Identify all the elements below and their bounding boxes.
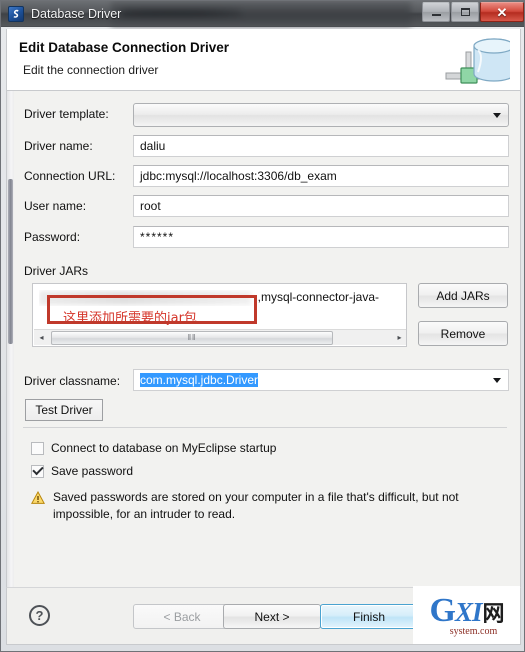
connect-on-startup-row[interactable]: Connect to database on MyEclipse startup (31, 441, 276, 455)
warning-row: Saved passwords are stored on your compu… (31, 489, 501, 523)
scroll-left-arrow-icon[interactable]: ◂ (34, 331, 49, 345)
jar-list-item-label: ,mysql-connector-java- (257, 290, 379, 304)
driver-classname-select[interactable]: com.mysql.jdbc.Driver (133, 369, 509, 391)
warning-triangle-icon (31, 491, 45, 504)
window-title: Database Driver (31, 6, 122, 21)
watermark-g: G (429, 591, 456, 629)
connection-url-input[interactable]: jdbc:mysql://localhost:3306/db_exam (133, 165, 509, 187)
driver-jars-label: Driver JARs (24, 264, 89, 278)
close-icon: ✕ (496, 4, 508, 20)
vertical-scrollbar[interactable] (7, 91, 14, 587)
watermark-subtitle: system.com (449, 625, 498, 637)
restore-button[interactable] (451, 2, 479, 22)
watermark-cn: 网 (482, 600, 504, 626)
watermark: G XI 网 system.com (413, 586, 520, 644)
driver-name-label: Driver name: (24, 139, 93, 153)
driver-template-select[interactable] (133, 103, 509, 127)
driver-name-value: daliu (140, 139, 166, 153)
jars-horizontal-scrollbar[interactable]: ◂ ‖‖ ▸ (34, 329, 406, 345)
vertical-scrollbar-thumb[interactable] (8, 179, 13, 344)
title-bar: Database Driver ✕ (1, 1, 524, 27)
window-controls: ✕ (421, 2, 524, 22)
user-name-value: root (140, 199, 161, 213)
page-title: Edit Database Connection Driver (19, 40, 230, 55)
back-button-label: < Back (163, 609, 201, 624)
database-driver-icon (8, 5, 24, 22)
jars-scroll-track[interactable]: ‖‖ (49, 330, 392, 345)
page-subtitle: Edit the connection driver (23, 63, 159, 77)
user-name-row: User name: (24, 199, 132, 213)
save-password-row[interactable]: Save password (31, 464, 133, 478)
next-button[interactable]: Next > (223, 604, 321, 629)
next-button-label: Next > (254, 609, 290, 624)
minimize-button[interactable] (422, 2, 450, 22)
minimize-icon (431, 14, 441, 16)
driver-template-label: Driver template: (24, 107, 109, 121)
jar-list-item[interactable]: ,mysql-connector-java- (39, 290, 379, 306)
connection-url-value: jdbc:mysql://localhost:3306/db_exam (140, 169, 337, 183)
database-cylinder-icon (444, 32, 515, 95)
divider (23, 427, 507, 428)
connect-on-startup-label: Connect to database on MyEclipse startup (51, 441, 277, 455)
driver-name-input[interactable]: daliu (133, 135, 509, 157)
driver-classname-value: com.mysql.jdbc.Driver (140, 373, 259, 387)
remove-jars-button[interactable]: Remove (418, 321, 508, 346)
back-button[interactable]: < Back (133, 604, 231, 629)
dialog-header: Edit Database Connection Driver Edit the… (6, 29, 521, 91)
add-jars-button[interactable]: Add JARs (418, 283, 508, 308)
watermark-logo: G XI 网 (429, 591, 505, 629)
finish-button-label: Finish (352, 609, 385, 624)
title-bar-blurred-region (111, 2, 411, 26)
driver-template-row: Driver template: (24, 107, 132, 121)
driver-name-row: Driver name: (24, 139, 132, 153)
close-button[interactable]: ✕ (480, 2, 524, 22)
user-name-label: User name: (24, 199, 87, 213)
password-label: Password: (24, 230, 81, 244)
save-password-label: Save password (51, 464, 134, 478)
connection-url-label: Connection URL: (24, 169, 116, 183)
restore-icon (460, 8, 470, 16)
chevron-down-icon (493, 113, 501, 118)
watermark-xi: XI (454, 596, 483, 627)
annotation-text: 这里添加所需要的jar包 (63, 311, 197, 326)
scroll-right-arrow-icon[interactable]: ▸ (392, 331, 406, 345)
warning-text: Saved passwords are stored on your compu… (53, 490, 459, 521)
dialog-body: Driver template: Driver name: daliu Conn… (6, 91, 521, 587)
database-driver-dialog: Database Driver ✕ Edit Database Connecti… (0, 0, 525, 652)
chevron-down-icon (493, 378, 501, 383)
save-password-checkbox[interactable] (31, 464, 44, 478)
user-name-input[interactable]: root (133, 195, 509, 217)
help-button[interactable]: ? (29, 605, 50, 626)
password-row: Password: (24, 230, 132, 244)
connect-on-startup-checkbox[interactable] (31, 441, 44, 455)
driver-classname-label: Driver classname: (24, 374, 121, 388)
connection-url-row: Connection URL: (24, 169, 132, 183)
jars-scroll-thumb[interactable]: ‖‖ (51, 330, 333, 345)
dialog-footer: ? < Back Next > Finish G XI 网 system.com (6, 586, 521, 645)
jar-path-blurred (39, 291, 251, 305)
test-driver-button[interactable]: Test Driver (25, 399, 103, 421)
password-input[interactable]: ****** (133, 226, 509, 248)
password-value: ****** (140, 230, 175, 244)
finish-button[interactable]: Finish (320, 604, 418, 629)
